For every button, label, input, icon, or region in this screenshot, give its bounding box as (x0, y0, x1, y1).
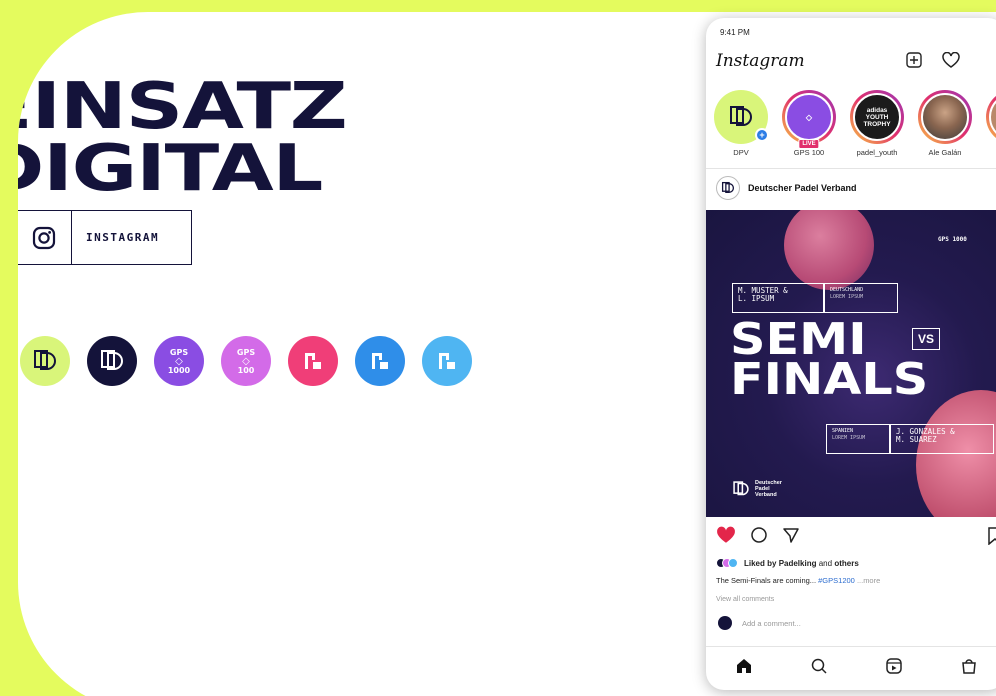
gps-100-icon-text-bottom: 100 (237, 365, 255, 375)
add-story-icon[interactable]: + (755, 128, 769, 142)
team2-box: J. GONZALES & M. SUAREZ (890, 424, 994, 454)
user-avatar (921, 93, 969, 141)
instagram-logo: Instagram (716, 51, 805, 71)
post-header[interactable]: Deutscher Padel Verband (716, 176, 857, 200)
stories-row: + DPV ◇ LIVE GPS 100 adidas YOUTH TROPHY… (712, 90, 996, 157)
shop-icon[interactable] (960, 657, 978, 680)
post-actions (716, 526, 800, 549)
headline-line-1: EINSATZ (18, 70, 348, 144)
like-heart-icon[interactable] (716, 526, 736, 549)
instagram-icon (18, 211, 72, 264)
activity-heart-icon[interactable] (942, 51, 960, 73)
padel-lightblue-icon (422, 336, 472, 386)
headline: EINSATZ DIGITAL (18, 70, 348, 206)
home-icon[interactable] (735, 657, 753, 680)
channel-label-box: INSTAGRAM (18, 210, 192, 265)
phone-mockup: 9:41 PM Instagram + DPV ◇ LIVE GPS 100 a… (706, 18, 996, 690)
story-item[interactable]: + DPV (712, 90, 770, 157)
gps-1000-icon: GPS ◇ 1000 (154, 336, 204, 386)
padel-pink-icon (288, 336, 338, 386)
story-name: Ale Galán (928, 148, 962, 157)
reels-icon[interactable] (885, 657, 903, 680)
dpv-dark-icon (87, 336, 137, 386)
live-badge: LIVE (798, 139, 820, 149)
search-icon[interactable] (810, 657, 828, 680)
self-avatar (718, 616, 732, 630)
dpv-light-icon (20, 336, 70, 386)
team1-box: M. MUSTER & L. IPSUM (732, 283, 824, 313)
view-comments-link[interactable]: View all comments (716, 596, 774, 603)
dpv-logo-icon (716, 176, 740, 200)
liked-by-row[interactable]: Liked by Padelking and others (716, 558, 859, 568)
story-name: DPV (733, 148, 749, 157)
story-name: padel_youth (856, 148, 898, 157)
caption-more-link[interactable]: ...more (857, 576, 880, 585)
gps-100-avatar: ◇ (785, 93, 833, 141)
headline-line-2: DIGITAL (18, 132, 323, 206)
padel-blue-icon (355, 336, 405, 386)
liked-avatars (716, 558, 738, 568)
country2-box: SPANIEN LOREM IPSUM (826, 424, 890, 454)
gps-corner-logo: GPS 1000 (938, 236, 967, 243)
story-item[interactable]: adidas YOUTH TROPHY padel_youth (848, 90, 906, 157)
dpv-footer-logo: Deutscher Padel Verband (732, 480, 782, 498)
decorative-ball (784, 210, 874, 290)
channel-label: INSTAGRAM (86, 231, 160, 244)
add-comment-row[interactable]: Add a comment... (718, 616, 801, 630)
vs-box: VS (912, 328, 941, 350)
youth-trophy-avatar: adidas YOUTH TROPHY (853, 93, 901, 141)
post-image[interactable]: M. MUSTER & L. IPSUM DEUTSCHLAND LOREM I… (706, 210, 996, 517)
story-item[interactable]: P (984, 90, 996, 157)
share-icon[interactable] (782, 526, 800, 549)
gps-1000-icon-text-bottom: 1000 (167, 365, 191, 375)
country1-box: DEUTSCHLAND LOREM IPSUM (824, 283, 898, 313)
brand-icon-row: GPS ◇ 1000 GPS ◇ 100 (20, 336, 472, 386)
story-item[interactable]: ◇ LIVE GPS 100 (780, 90, 838, 157)
post-headline: SEMI FINALS (730, 314, 929, 405)
story-item[interactable]: Ale Galán (916, 90, 974, 157)
status-time: 9:41 PM (720, 28, 750, 37)
add-comment-input[interactable]: Add a comment... (742, 619, 801, 628)
caption-hashtag[interactable]: #GPS1200 (818, 576, 855, 585)
comment-icon[interactable] (750, 526, 768, 549)
bottom-tab-bar (706, 646, 996, 690)
post-account-name[interactable]: Deutscher Padel Verband (748, 183, 857, 193)
new-post-icon[interactable] (906, 52, 922, 73)
gps-100-icon: GPS ◇ 100 (221, 336, 271, 386)
bookmark-icon[interactable] (988, 527, 996, 550)
post-caption: The Semi-Finals are coming... #GPS1200 .… (716, 576, 881, 585)
user-avatar (989, 93, 996, 141)
story-name: GPS 100 (793, 148, 825, 157)
divider (706, 168, 996, 169)
